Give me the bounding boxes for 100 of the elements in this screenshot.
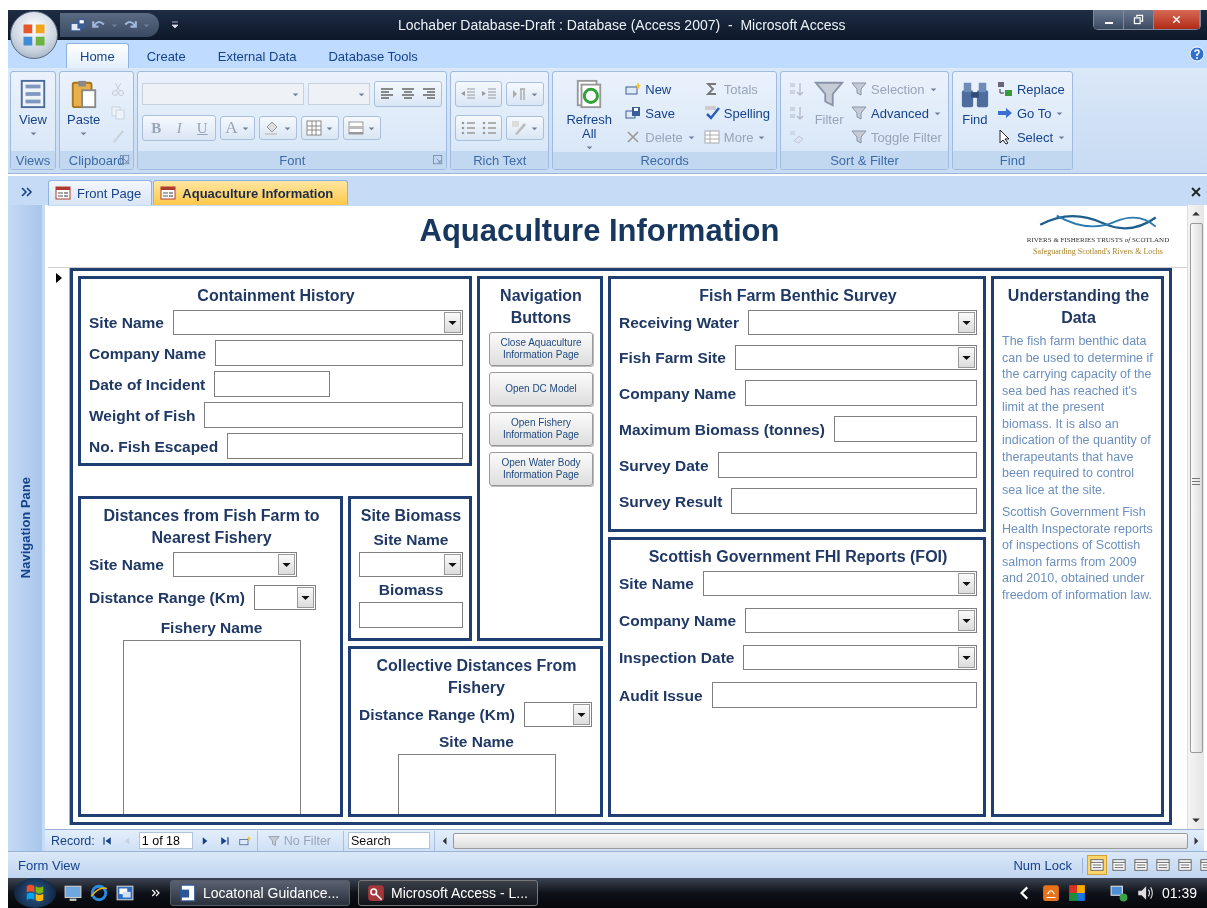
text-field[interactable] <box>745 380 977 406</box>
text-field[interactable] <box>731 488 977 514</box>
combo-box[interactable] <box>523 702 592 727</box>
ribbon-button[interactable]: Select <box>996 125 1069 149</box>
ribbon-button[interactable]: Advanced <box>851 101 944 125</box>
document-tab[interactable]: Aquaculture Information <box>153 180 349 205</box>
minimize-button[interactable] <box>1094 10 1124 29</box>
text-field[interactable] <box>717 452 977 478</box>
record-label: Record: <box>51 833 95 848</box>
view-mode-icon <box>1134 858 1148 872</box>
indent-icon <box>481 86 498 102</box>
dropdown-button[interactable] <box>958 347 975 368</box>
text-field[interactable] <box>359 602 463 628</box>
view-button[interactable] <box>1087 855 1107 875</box>
eraser-icon <box>788 129 805 145</box>
alternate-fill-button[interactable] <box>342 116 381 140</box>
text-field[interactable] <box>833 416 977 442</box>
field-label: Biomass <box>377 580 445 599</box>
combo-box[interactable] <box>745 608 977 633</box>
view-mode-icon <box>1156 858 1170 872</box>
combo-box[interactable] <box>702 571 977 596</box>
text-field[interactable] <box>711 682 977 708</box>
restore-icon <box>1132 13 1145 26</box>
ribbon-button[interactable]: Go To <box>996 101 1069 125</box>
last-record-icon <box>218 834 231 847</box>
dropdown-button[interactable] <box>958 647 975 668</box>
ribbon-button[interactable]: View <box>15 75 51 151</box>
taskbar-button[interactable]: Microsoft Access - L... <box>358 880 538 906</box>
numbered-list-icon <box>460 120 477 136</box>
bullet-list-icon <box>481 120 498 136</box>
start-button[interactable] <box>14 878 56 908</box>
caret-icon <box>28 129 38 138</box>
dropdown-button[interactable] <box>958 610 975 631</box>
align-center-icon <box>400 86 417 102</box>
dropdown-button[interactable] <box>296 587 314 608</box>
alignment-buttons[interactable] <box>374 81 443 107</box>
gridlines-button[interactable] <box>300 116 339 140</box>
network-icon <box>1109 884 1128 902</box>
font-size-field[interactable] <box>308 83 371 105</box>
ribbon-button[interactable]: Replace <box>996 77 1069 101</box>
text-field[interactable] <box>227 433 463 459</box>
gridlines-icon <box>305 120 322 136</box>
first-record-icon <box>100 834 113 847</box>
ribbon-tab[interactable]: Home <box>66 43 129 68</box>
dropdown-button[interactable] <box>444 312 461 333</box>
customize-icon <box>169 19 181 31</box>
ribbon-button[interactable]: Find <box>956 75 993 151</box>
record-number-field[interactable]: 1 of 18 <box>138 832 193 849</box>
sort-ascending-icon <box>788 81 805 97</box>
paragraph-direction-button[interactable] <box>506 82 545 106</box>
navigation-pane[interactable]: Navigation Pane <box>8 205 45 851</box>
fill-color-button[interactable] <box>258 116 297 140</box>
search-field[interactable]: Search <box>348 832 430 849</box>
field-label: Survey Date <box>619 455 709 475</box>
group-label: Find <box>999 152 1026 168</box>
combo-box[interactable] <box>253 585 316 610</box>
ribbon-tab[interactable]: Create <box>132 43 200 68</box>
dropdown-button[interactable] <box>572 704 590 725</box>
ribbon-button[interactable]: Refresh All <box>557 75 622 152</box>
combo-box[interactable] <box>734 345 977 370</box>
document-tab[interactable]: Front Page <box>48 180 153 205</box>
ribbon-button[interactable]: Save <box>625 101 698 125</box>
dropdown-button[interactable] <box>277 554 295 575</box>
text-field[interactable] <box>204 402 463 428</box>
navigation-button[interactable]: Open Water Body Information Page <box>489 452 593 486</box>
funnel-icon <box>851 129 868 145</box>
dialog-launcher-icon <box>432 154 445 166</box>
text-field[interactable] <box>214 371 331 397</box>
taskbar-button[interactable]: Locatonal Guidance... <box>170 880 350 906</box>
funnel-icon <box>851 81 868 97</box>
ribbon-button[interactable]: Spelling <box>703 101 773 125</box>
combo-box[interactable] <box>359 552 463 577</box>
ribbon-tab[interactable]: Database Tools <box>314 43 432 68</box>
combo-box[interactable] <box>743 645 977 670</box>
ribbon-button[interactable]: Paste <box>64 75 104 151</box>
combo-box[interactable] <box>172 552 297 577</box>
ribbon-button[interactable]: New <box>625 77 698 101</box>
flag-icon <box>24 882 46 904</box>
combo-box[interactable] <box>172 310 463 335</box>
list-buttons[interactable] <box>455 115 503 141</box>
ribbon-tab[interactable]: External Data <box>203 43 311 68</box>
navigation-button[interactable]: Open Fishery Information Page <box>489 412 593 446</box>
dropdown-button[interactable] <box>958 312 975 333</box>
office-button[interactable] <box>10 11 58 59</box>
dropdown-button[interactable] <box>958 573 975 594</box>
section-title: Containment History <box>196 286 356 306</box>
window-switch-icon <box>116 884 134 902</box>
restore-button[interactable] <box>1124 10 1154 29</box>
dropdown-button[interactable] <box>444 554 461 575</box>
caret-icon <box>79 129 89 138</box>
navigation-button[interactable]: Open DC Model <box>489 372 593 406</box>
view-mode-icon <box>1090 858 1104 872</box>
font-name-field[interactable] <box>142 83 305 105</box>
text-field[interactable] <box>215 340 463 366</box>
group-label: Font <box>279 152 306 168</box>
vertical-scrollbar[interactable] <box>1187 205 1204 829</box>
combo-box[interactable] <box>748 310 977 335</box>
field-label: Fishery Name <box>159 618 264 637</box>
navigation-button[interactable]: Close Aquaculture Information Page <box>489 332 593 366</box>
field-label: Fish Farm Site <box>619 348 726 367</box>
